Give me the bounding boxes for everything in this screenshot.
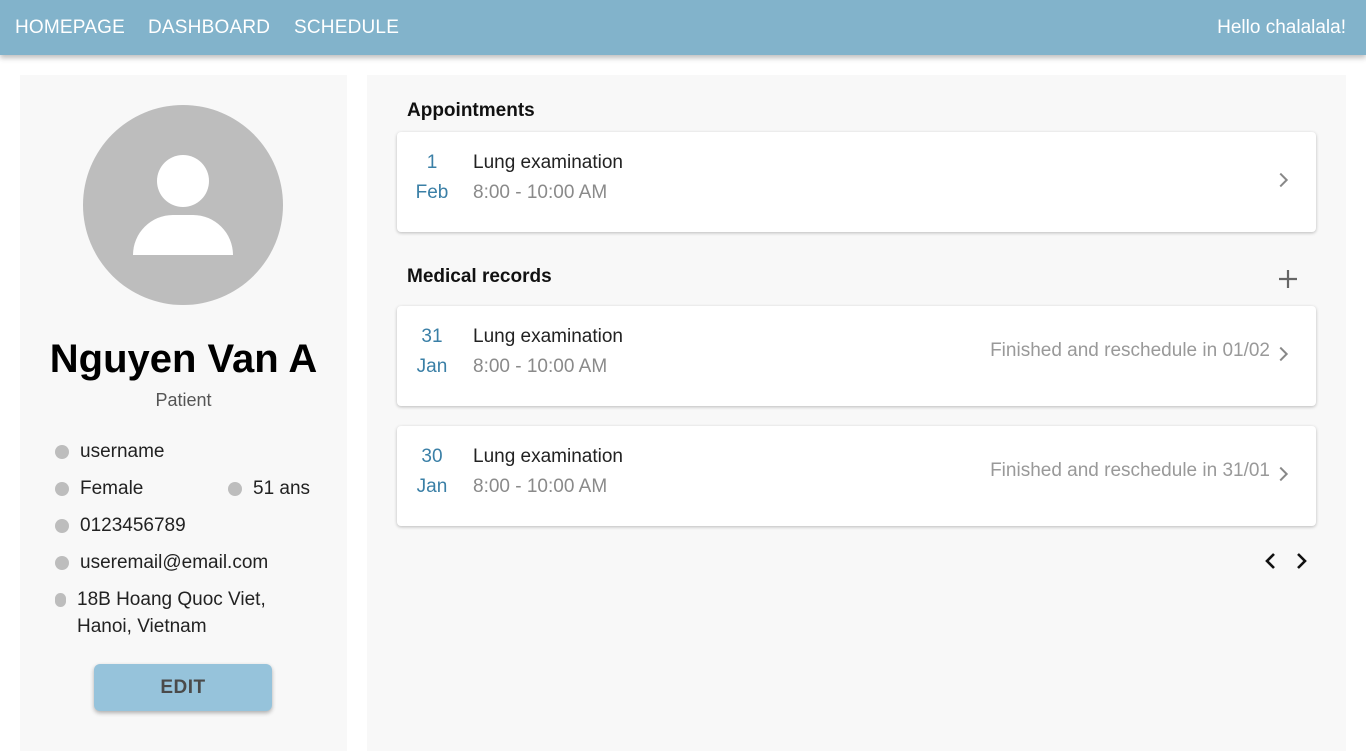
chevron-right-icon[interactable] (1272, 343, 1294, 365)
profile-address-line1: 18B Hoang Quoc Viet, (77, 589, 266, 610)
profile-name: Nguyen Van A (49, 337, 318, 381)
bullet-icon (55, 445, 69, 459)
nav-dashboard-link[interactable]: DASHBOARD (148, 17, 270, 39)
chevron-right-icon[interactable] (1272, 463, 1294, 485)
bullet-icon (55, 482, 69, 496)
profile-address-line2: Hanoi, Vietnam (77, 616, 207, 637)
edit-profile-button[interactable]: EDIT (94, 664, 272, 711)
profile-panel: Nguyen Van A Patient username Female 51 … (20, 75, 347, 751)
top-navbar: HOMEPAGE DASHBOARD SCHEDULE Hello chalal… (0, 0, 1366, 55)
content-panel: Appointments 1 Feb Lung examination 8:00… (367, 75, 1346, 751)
record-status: Finished and reschedule in 01/02 (990, 340, 1270, 361)
medical-record-card[interactable]: 30 Jan Lung examination 8:00 - 10:00 AM … (397, 426, 1316, 526)
profile-username: username (80, 441, 165, 462)
chevron-right-icon[interactable] (1272, 169, 1294, 191)
chevron-left-icon[interactable] (1259, 549, 1283, 573)
record-day: 30 (421, 446, 443, 467)
record-month: Jan (416, 476, 448, 497)
profile-phone: 0123456789 (80, 515, 186, 536)
greeting-text: Hello chalalala! (1217, 17, 1346, 38)
record-title: Lung examination (473, 326, 623, 347)
record-title: Lung examination (473, 446, 623, 467)
record-time: 8:00 - 10:00 AM (473, 356, 608, 377)
profile-age: 51 ans (253, 478, 311, 499)
bullet-icon (228, 482, 242, 496)
record-day: 31 (421, 326, 443, 347)
bullet-icon (55, 519, 69, 533)
record-month: Jan (416, 356, 448, 377)
appointment-day: 1 (426, 152, 438, 173)
record-status: Finished and reschedule in 31/01 (990, 460, 1270, 481)
medical-record-card[interactable]: 31 Jan Lung examination 8:00 - 10:00 AM … (397, 306, 1316, 406)
bullet-icon (55, 593, 66, 607)
record-time: 8:00 - 10:00 AM (473, 476, 608, 497)
nav-homepage-link[interactable]: HOMEPAGE (15, 17, 125, 39)
plus-icon[interactable] (1276, 267, 1300, 291)
nav-schedule-link[interactable]: SCHEDULE (294, 17, 399, 39)
medical-records-title: Medical records (407, 266, 552, 287)
appointment-card[interactable]: 1 Feb Lung examination 8:00 - 10:00 AM (397, 132, 1316, 232)
profile-email: useremail@email.com (80, 552, 269, 573)
person-avatar-icon (83, 105, 283, 305)
appointment-month: Feb (415, 182, 449, 203)
profile-role: Patient (155, 390, 212, 410)
appointments-title: Appointments (407, 100, 535, 121)
chevron-right-icon[interactable] (1289, 549, 1313, 573)
appointment-title: Lung examination (473, 152, 623, 173)
appointment-time: 8:00 - 10:00 AM (473, 182, 608, 203)
profile-gender: Female (80, 478, 144, 499)
bullet-icon (55, 556, 69, 570)
